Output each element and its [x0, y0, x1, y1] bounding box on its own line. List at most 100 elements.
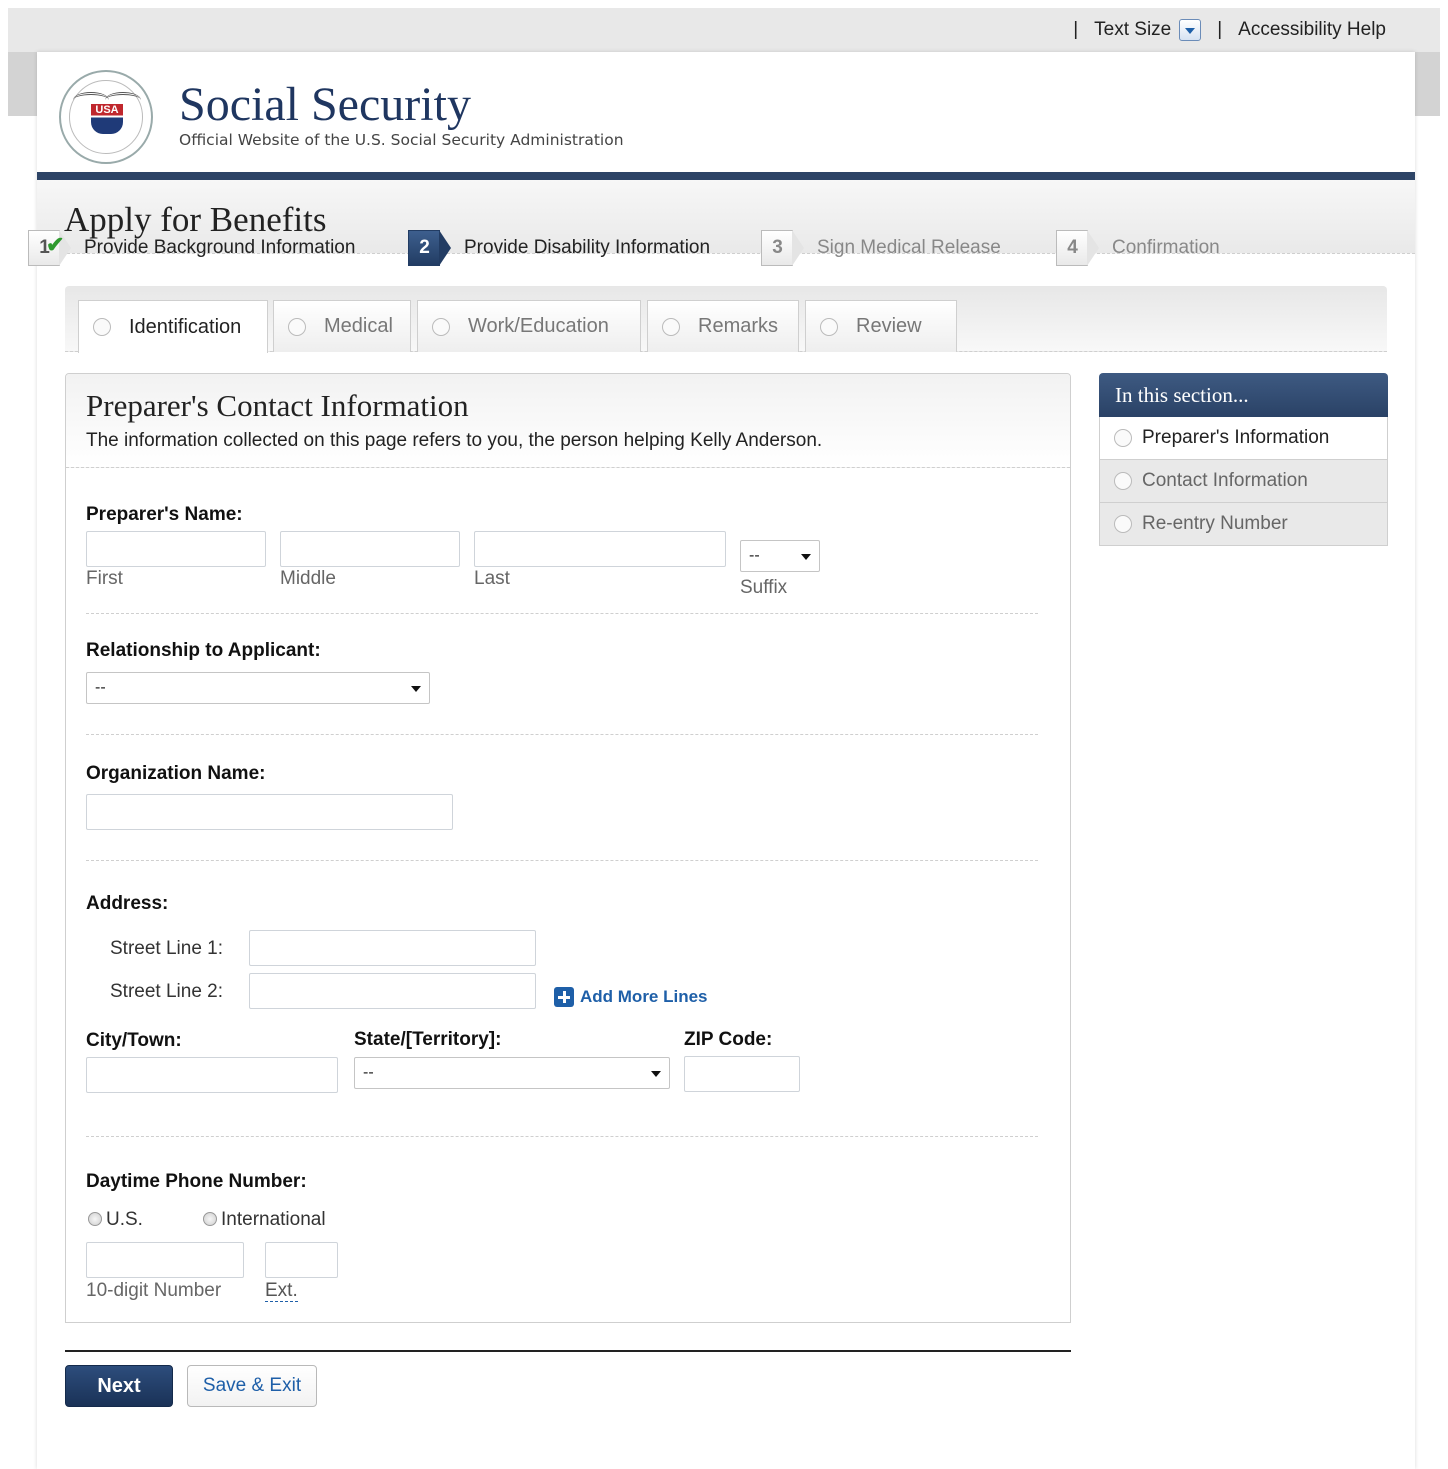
divider	[86, 860, 1038, 861]
section-nav-contact-information[interactable]: Contact Information	[1099, 460, 1388, 503]
first-name-input[interactable]	[86, 531, 266, 567]
tab-label: Review	[856, 315, 922, 337]
city-input[interactable]	[86, 1057, 338, 1093]
section-navigation: In this section... Preparer's Informatio…	[1099, 373, 1388, 546]
radio-circle-icon	[432, 317, 450, 336]
section-nav-label: Contact Information	[1142, 470, 1308, 491]
street-line-1-label: Street Line 1:	[110, 938, 224, 959]
street-line-2-input[interactable]	[249, 973, 536, 1009]
suffix-caption: Suffix	[740, 577, 788, 598]
preparer-name-label: Preparer's Name:	[86, 504, 243, 525]
phone-international-radio[interactable]: International	[203, 1209, 326, 1231]
city-label: City/Town:	[86, 1030, 182, 1051]
step-number: 1 ✔	[28, 228, 72, 268]
step-background-information: 1 ✔ Provide Background Information	[28, 228, 355, 268]
phone-number-caption: 10-digit Number	[86, 1280, 222, 1301]
section-intro: The information collected on this page r…	[86, 430, 823, 451]
step-label: Provide Disability Information	[464, 237, 711, 258]
section-nav-reentry-number[interactable]: Re-entry Number	[1099, 503, 1388, 546]
tab-label: Identification	[129, 315, 242, 338]
step-sign-medical-release: 3 Sign Medical Release	[761, 228, 1001, 268]
radio-circle-icon	[288, 317, 306, 336]
section-nav-preparers-information[interactable]: Preparer's Information	[1099, 417, 1388, 460]
zip-code-label: ZIP Code:	[684, 1029, 773, 1050]
step-number: 2	[408, 228, 452, 268]
step-arrow-icon	[439, 230, 451, 266]
address-label: Address:	[86, 893, 169, 914]
save-exit-button[interactable]: Save & Exit	[187, 1365, 317, 1407]
radio-circle-icon	[1114, 515, 1132, 533]
middle-caption: Middle	[280, 568, 336, 589]
site-header: USA Social Security Official Website of …	[37, 52, 1415, 180]
section-nav-label: Re-entry Number	[1142, 513, 1288, 534]
relationship-label: Relationship to Applicant:	[86, 640, 321, 661]
ssa-seal-logo[interactable]: USA	[59, 70, 153, 164]
section-nav-title: In this section...	[1099, 373, 1388, 417]
next-button[interactable]: Next	[65, 1365, 173, 1407]
separator: |	[1073, 19, 1079, 40]
ext-caption: Ext.	[265, 1280, 298, 1302]
card-header: Preparer's Contact Information The infor…	[66, 374, 1070, 468]
seal-text: USA	[95, 104, 119, 116]
checkmark-icon: ✔	[46, 232, 65, 257]
preparer-contact-card: Preparer's Contact Information The infor…	[65, 373, 1071, 1323]
organization-name-label: Organization Name:	[86, 763, 266, 784]
radio-circle-icon	[820, 317, 838, 336]
utility-bar: | Text Size | Accessibility Help	[1057, 14, 1386, 46]
step-number: 3	[761, 228, 805, 268]
radio-circle-icon	[1114, 472, 1132, 490]
divider	[86, 734, 1038, 735]
step-label: Confirmation	[1112, 237, 1220, 258]
last-name-input[interactable]	[474, 531, 726, 567]
section-heading: Preparer's Contact Information	[86, 388, 469, 423]
add-more-lines-link[interactable]: Add More Lines	[554, 987, 708, 1007]
phone-number-input[interactable]	[86, 1242, 244, 1278]
text-size-dropdown-icon[interactable]	[1179, 19, 1202, 41]
radio-circle-icon	[1114, 429, 1132, 447]
radio-label: U.S.	[106, 1209, 143, 1230]
progress-steps: 1 ✔ Provide Background Information 2 Pro…	[28, 228, 1328, 274]
section-tab-bar: Identification Medical Work/Education Re…	[65, 286, 1387, 353]
step-number: 4	[1056, 228, 1100, 268]
suffix-select[interactable]: --	[740, 540, 820, 572]
add-more-lines-text: Add More Lines	[580, 987, 708, 1006]
site-subtitle: Official Website of the U.S. Social Secu…	[179, 131, 624, 149]
tab-label: Remarks	[698, 315, 779, 337]
zip-code-input[interactable]	[684, 1056, 800, 1092]
tab-remarks[interactable]: Remarks	[647, 300, 799, 352]
phone-ext-input[interactable]	[265, 1242, 338, 1278]
step-number-text: 3	[772, 237, 783, 258]
accessibility-help-link[interactable]: Accessibility Help	[1238, 19, 1386, 41]
site-title[interactable]: Social Security	[179, 78, 471, 132]
divider	[86, 613, 1038, 614]
relationship-select[interactable]: --	[86, 672, 430, 704]
phone-us-radio[interactable]: U.S.	[88, 1209, 143, 1231]
radio-circle-icon	[93, 318, 111, 336]
tab-review[interactable]: Review	[805, 300, 957, 352]
separator: |	[1217, 19, 1223, 40]
radio-button-icon[interactable]	[88, 1212, 102, 1226]
tab-identification[interactable]: Identification	[78, 300, 268, 353]
step-disability-information: 2 Provide Disability Information	[408, 228, 710, 268]
step-confirmation: 4 Confirmation	[1056, 228, 1220, 268]
tab-medical[interactable]: Medical	[273, 300, 411, 352]
last-caption: Last	[474, 568, 510, 589]
ext-abbreviation: Ext.	[265, 1280, 298, 1302]
step-number-text: 2	[419, 237, 430, 258]
phone-label: Daytime Phone Number:	[86, 1171, 307, 1192]
divider	[86, 1136, 1038, 1137]
text-size-label[interactable]: Text Size	[1094, 19, 1171, 41]
plus-icon	[554, 987, 574, 1007]
radio-button-icon[interactable]	[203, 1212, 217, 1226]
tab-work-education[interactable]: Work/Education	[417, 300, 641, 352]
tab-label: Work/Education	[468, 315, 609, 337]
state-label: State/[Territory]:	[354, 1029, 502, 1050]
middle-name-input[interactable]	[280, 531, 460, 567]
street-line-1-input[interactable]	[249, 930, 536, 966]
organization-name-input[interactable]	[86, 794, 453, 830]
first-caption: First	[86, 568, 123, 589]
step-arrow-icon	[792, 230, 804, 266]
street-line-2-label: Street Line 2:	[110, 981, 224, 1002]
step-label: Provide Background Information	[84, 237, 356, 258]
state-select[interactable]: --	[354, 1057, 670, 1089]
